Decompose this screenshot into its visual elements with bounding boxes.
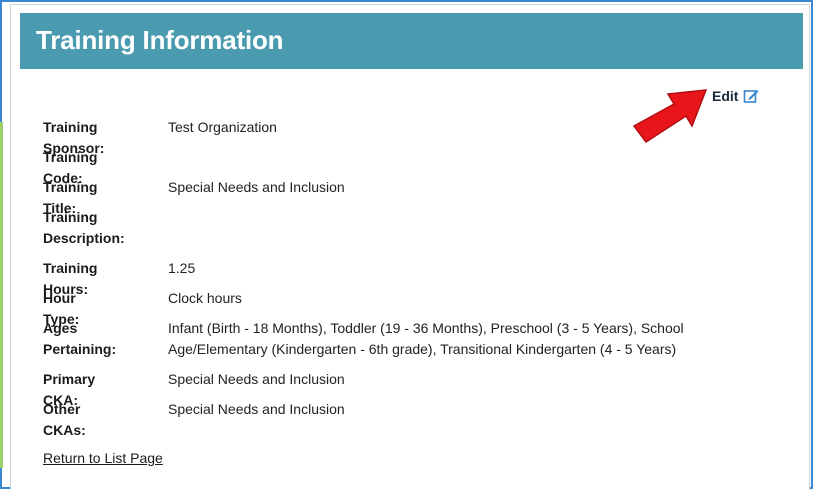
ages-value-line2: Age/Elementary (Kindergarten - 6th grade… <box>168 341 677 357</box>
return-to-list-link[interactable]: Return to List Page <box>43 450 163 466</box>
ages-label: Ages Pertaining: <box>43 320 117 357</box>
other-ckas-label: Other CKAs: <box>43 401 86 438</box>
primary-cka-value: Special Needs and Inclusion <box>168 371 345 387</box>
description-label: Training Description: <box>43 209 125 246</box>
sponsor-value: Test Organization <box>168 119 277 135</box>
ages-value-line1: Infant (Birth - 18 Months), Toddler (19 … <box>168 320 684 336</box>
other-ckas-value: Special Needs and Inclusion <box>168 401 345 417</box>
red-arrow-icon <box>632 89 708 144</box>
panel-header: Training Information <box>20 13 803 69</box>
edit-label: Edit <box>712 88 739 104</box>
title-value: Special Needs and Inclusion <box>168 179 345 195</box>
edit-icon <box>744 90 759 103</box>
hour-type-value: Clock hours <box>168 290 242 306</box>
edit-button[interactable]: Edit <box>712 88 759 104</box>
page-title: Training Information <box>36 25 284 55</box>
hours-value: 1.25 <box>168 260 196 276</box>
side-accent-strip <box>0 122 3 468</box>
